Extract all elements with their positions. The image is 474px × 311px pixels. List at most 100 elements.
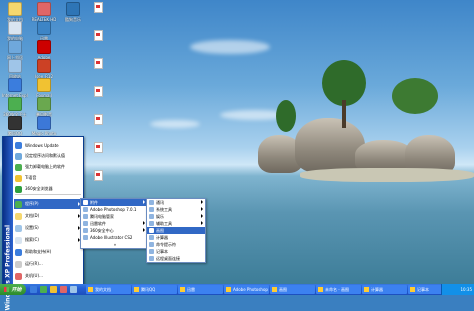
quick-launch-icon[interactable]	[70, 286, 77, 293]
pinned-item-icon	[15, 141, 22, 149]
start-menu-item[interactable]: 关机(U)...	[14, 271, 82, 281]
accessories-item-label: 远程桌面连接	[156, 255, 180, 261]
programs-item-icon	[83, 235, 88, 240]
accessories-item[interactable]: 系统工具	[147, 206, 205, 213]
task-app-icon	[134, 287, 139, 292]
accessories-submenu: 通讯 系统工具 娱乐 辅助工具 画图 计算器 命令提示符 记事本 远程桌面连接	[146, 198, 206, 263]
task-app-icon	[226, 287, 231, 292]
task-label: 我的文档	[95, 286, 111, 292]
programs-item[interactable]: 360安全中心	[81, 227, 147, 234]
accessories-item[interactable]: 命令提示符	[147, 241, 205, 248]
taskbar-task-button[interactable]: 迅雷	[178, 285, 223, 294]
wallpaper-cloud	[190, 40, 270, 54]
start-menu-item-label: 文档(D)	[25, 213, 40, 218]
accessories-item[interactable]: 辅助工具	[147, 220, 205, 227]
desktop-icon[interactable]: 回收站	[2, 59, 28, 79]
desktop-icon[interactable]: REALTEK HD	[31, 2, 57, 22]
desktop-icon[interactable]: 网上邻居	[2, 40, 28, 60]
programs-item-label: Adobe Photoshop 7.0.1	[90, 207, 137, 212]
start-menu-pinned-item[interactable]: Windows Update	[14, 140, 82, 150]
programs-item-label: 腾讯电脑管家	[90, 213, 114, 219]
taskbar-task-button[interactable]: Adobe Photoshop	[224, 285, 269, 294]
desktop-icon[interactable]: 暴风影音	[31, 97, 57, 117]
start-menu-item[interactable]: 文档(D)	[14, 211, 82, 221]
task-app-icon	[318, 287, 323, 292]
desktop-icon[interactable]: 我的电脑	[2, 21, 28, 41]
system-tray: 10:35	[441, 284, 474, 295]
taskbar-task-button[interactable]: 画图	[270, 285, 315, 294]
accessories-item-icon	[149, 249, 154, 254]
accessories-item-icon	[149, 207, 154, 212]
start-menu-item[interactable]: 程序(P)	[14, 199, 82, 209]
task-label: 画图	[279, 286, 287, 292]
start-menu-item-icon	[15, 260, 22, 268]
desktop-icon-image	[8, 97, 22, 111]
file-icon[interactable]	[94, 142, 103, 153]
start-button[interactable]: 开始	[0, 284, 26, 295]
desktop-icon-image	[37, 21, 51, 35]
programs-item-icon	[83, 221, 88, 226]
start-menu-item-label: 程序(P)	[25, 201, 39, 206]
chevron-right-icon	[201, 214, 203, 218]
accessories-item-icon	[149, 242, 154, 247]
file-icon[interactable]	[94, 30, 103, 41]
accessories-item[interactable]: 娱乐	[147, 213, 205, 220]
accessories-item[interactable]: 画图	[147, 227, 205, 234]
programs-item[interactable]: 腾讯电脑管家	[81, 213, 147, 220]
programs-more-button[interactable]: »	[81, 241, 147, 248]
desktop-icon[interactable]: 我的文档	[2, 2, 28, 22]
accessories-item-label: 辅助工具	[156, 220, 172, 226]
desktop-icon[interactable]: Isee_R12	[31, 59, 57, 79]
start-menu-item[interactable]: 帮助和支持(H)	[14, 247, 82, 257]
programs-item[interactable]: Adobe Illustrator CS2	[81, 234, 147, 241]
accessories-item[interactable]: 远程桌面连接	[147, 255, 205, 262]
file-icon[interactable]	[94, 86, 103, 97]
taskbar-task-button[interactable]: 腾讯QQ	[132, 285, 177, 294]
start-menu-item[interactable]: 搜索(C)	[14, 235, 82, 245]
programs-item[interactable]: Adobe Photoshop 7.0.1	[81, 206, 147, 213]
wallpaper-sand	[300, 168, 474, 182]
desktop-icon[interactable]: 腾讯QQ	[2, 116, 28, 136]
desktop-icon[interactable]: Adobe	[31, 40, 57, 60]
quick-launch-icon[interactable]	[30, 286, 37, 293]
start-menu-item-icon	[15, 224, 22, 232]
accessories-item[interactable]: 记事本	[147, 248, 205, 255]
desktop-icon-image	[8, 116, 22, 130]
start-menu-item-label: 关机(U)...	[25, 273, 43, 278]
programs-item-icon	[83, 200, 88, 205]
taskbar-task-button[interactable]: 我的文档	[86, 285, 131, 294]
programs-submenu: 附件 Adobe Photoshop 7.0.1 腾讯电脑管家 迅雷软件 360安全中心…	[80, 198, 148, 249]
desktop-icon[interactable]: Foxmail	[31, 78, 57, 98]
taskbar-task-button[interactable]: 计算器	[362, 285, 407, 294]
file-icon[interactable]	[94, 58, 103, 69]
wallpaper-tree	[276, 100, 296, 132]
programs-item-label: 360安全中心	[90, 227, 114, 233]
desktop-icon[interactable]: 迅雷	[31, 21, 57, 41]
desktop-icon[interactable]: 酷狗音乐	[60, 2, 86, 22]
programs-item[interactable]: 迅雷软件	[81, 220, 147, 227]
programs-item[interactable]: 附件	[81, 199, 147, 206]
start-menu-item[interactable]: 设置(S)	[14, 223, 82, 233]
wallpaper-tree	[392, 78, 438, 114]
file-icon[interactable]	[94, 2, 103, 13]
start-menu-pinned-item[interactable]: 360安全浏览器	[14, 184, 82, 194]
accessories-item[interactable]: 通讯	[147, 199, 205, 206]
quick-launch-icon[interactable]	[60, 286, 67, 293]
quick-launch-icon[interactable]	[50, 286, 57, 293]
desktop-icon[interactable]: 360安全卫士	[2, 97, 28, 117]
start-menu-item[interactable]: 运行(R)...	[14, 259, 82, 269]
accessories-item[interactable]: 计算器	[147, 234, 205, 241]
start-menu-pinned-item[interactable]: 强力卸载电脑上的软件	[14, 162, 82, 172]
desktop-icon[interactable]: Magic Photo	[31, 116, 57, 136]
file-icon[interactable]	[94, 114, 103, 125]
desktop-icon[interactable]: Internet Explorer	[2, 78, 28, 98]
quick-launch-icon[interactable]	[40, 286, 47, 293]
file-icon[interactable]	[94, 170, 103, 181]
pinned-item-label: 设定程序访问和默认值	[25, 153, 65, 158]
taskbar-task-button[interactable]: 未命名 - 画图	[316, 285, 361, 294]
task-app-icon	[364, 287, 369, 292]
start-menu-pinned-item[interactable]: Ti语音	[14, 173, 82, 183]
chevron-right-icon	[201, 200, 203, 204]
desktop-icon-image	[37, 116, 51, 130]
start-menu-pinned-item[interactable]: 设定程序访问和默认值	[14, 151, 82, 161]
